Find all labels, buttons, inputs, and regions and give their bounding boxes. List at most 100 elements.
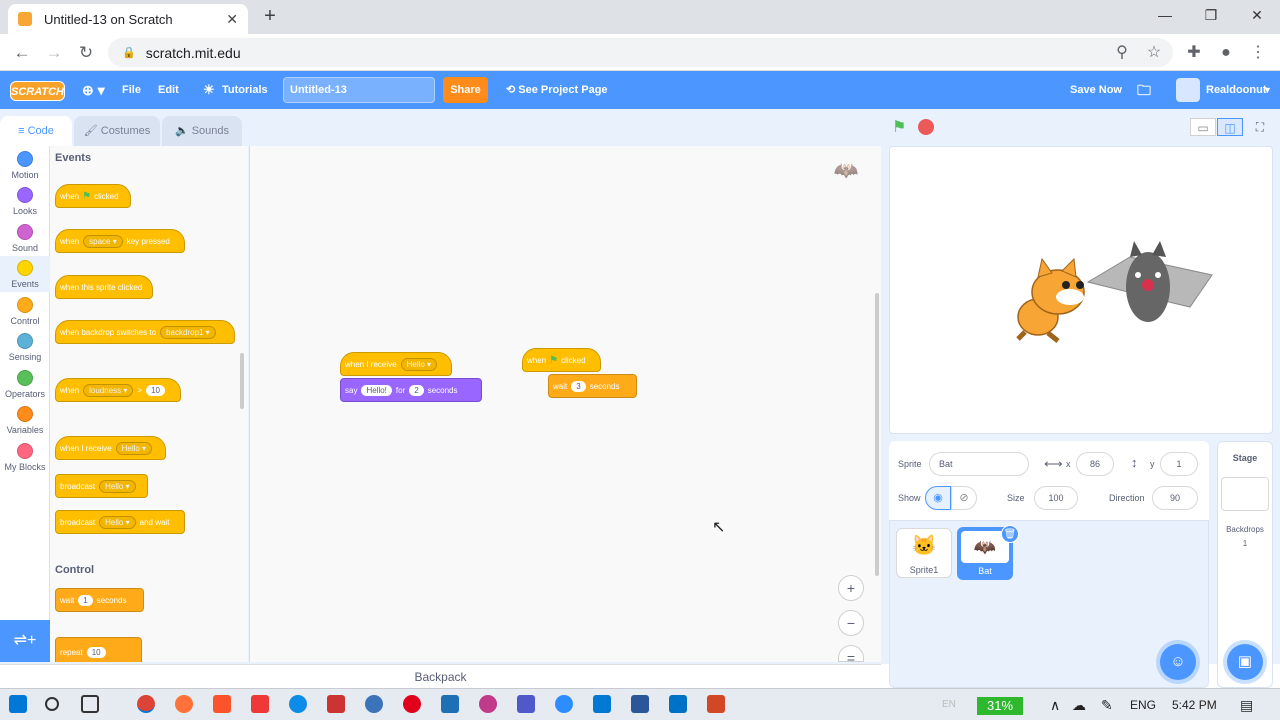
sprite-thumbnail-sprite1[interactable]: 🐱 Sprite1 [896, 528, 952, 578]
app-icon[interactable] [441, 695, 459, 713]
key-dropdown[interactable]: space ▾ [83, 234, 123, 248]
category-control[interactable]: Control [0, 297, 50, 326]
app-icon[interactable] [479, 695, 497, 713]
category-events[interactable]: Events [0, 256, 50, 292]
stage-canvas[interactable] [889, 146, 1273, 434]
y-input[interactable]: 1 [1160, 452, 1198, 476]
size-input[interactable]: 100 [1034, 486, 1078, 510]
when-key-pressed-block[interactable]: when space ▾ key pressed [55, 229, 185, 253]
broadcast-block[interactable]: broadcast Hello ▾ [55, 474, 148, 498]
project-title-input[interactable]: Untitled-13 [283, 77, 435, 103]
when-sprite-clicked-block[interactable]: when this sprite clicked [55, 275, 153, 299]
back-icon[interactable]: ← [10, 41, 34, 65]
file-menu[interactable]: File [122, 71, 141, 109]
minimize-icon[interactable]: — [1151, 4, 1179, 26]
message-dropdown[interactable]: Hello ▾ [115, 441, 153, 455]
notifications-icon[interactable]: ▤ [1240, 689, 1253, 721]
say-seconds-input[interactable]: 2 [409, 384, 424, 396]
script-when-i-receive-block[interactable]: when I receive Hello ▾ [340, 352, 452, 376]
share-button[interactable]: Share [443, 77, 488, 103]
word-icon[interactable] [631, 695, 649, 713]
stop-sign-icon[interactable] [918, 119, 934, 135]
direction-input[interactable]: 90 [1152, 486, 1198, 510]
tutorials-button[interactable]: Tutorials [222, 71, 268, 109]
firefox-icon[interactable] [175, 695, 193, 713]
script-wait-block[interactable]: wait 3 seconds [548, 374, 637, 398]
small-stage-icon[interactable]: ▭ [1190, 118, 1216, 136]
opera-icon[interactable] [403, 695, 421, 713]
new-tab-icon[interactable]: + [258, 5, 282, 29]
category-sensing[interactable]: Sensing [0, 333, 50, 362]
reload-icon[interactable]: ↻ [74, 41, 98, 65]
cloud-icon[interactable]: ☁ [1072, 689, 1086, 721]
category-sound[interactable]: Sound [0, 224, 50, 253]
repeat-count-input[interactable]: 10 [86, 646, 106, 658]
backdrop-dropdown[interactable]: backdrop1 ▾ [160, 325, 216, 339]
backdrop-thumbnail[interactable] [1221, 477, 1269, 511]
wait-seconds-input[interactable]: 3 [571, 380, 586, 392]
x-input[interactable]: 86 [1076, 452, 1114, 476]
restore-icon[interactable]: ❐ [1197, 4, 1225, 26]
delete-sprite-icon[interactable]: 🗑 [1001, 525, 1019, 543]
browser-globe-icon[interactable] [365, 695, 383, 713]
windows-start-icon[interactable] [9, 695, 27, 713]
category-variables[interactable]: Variables [0, 406, 50, 435]
profile-icon[interactable]: ● [1214, 41, 1238, 65]
see-project-page-button[interactable]: ⟲ See Project Page [496, 77, 616, 103]
tab-code[interactable]: ≡ Code [0, 116, 72, 146]
battery-indicator[interactable]: 31% [977, 697, 1023, 715]
scratch-logo[interactable]: SCRATCH [10, 81, 65, 101]
threshold-input[interactable]: 10 [146, 384, 165, 396]
when-greater-than-block[interactable]: when loudness ▾ >10 [55, 378, 181, 402]
chrome-icon[interactable] [137, 695, 155, 713]
tab-costumes[interactable]: 🖌 Costumes [74, 116, 160, 146]
category-operators[interactable]: Operators [0, 370, 50, 399]
vivaldi-icon[interactable] [251, 695, 269, 713]
avatar[interactable] [1176, 78, 1200, 102]
show-visible-eye-icon[interactable]: ◉ [925, 486, 951, 510]
wait-seconds-input[interactable]: 1 [78, 594, 93, 606]
choose-sprite-button[interactable]: ☺ [1160, 644, 1196, 680]
repeat-block[interactable]: repeat 10 [55, 637, 142, 662]
powerpoint-icon[interactable] [707, 695, 725, 713]
when-flag-clicked-block[interactable]: when ⚑ clicked [55, 184, 131, 208]
fullscreen-icon[interactable]: ⛶ [1247, 118, 1273, 136]
my-stuff-folder-icon[interactable]: 🗀 [1137, 71, 1151, 109]
wait-block[interactable]: wait 1 seconds [55, 588, 144, 612]
backpack[interactable]: Backpack [0, 664, 881, 688]
category-looks[interactable]: Looks [0, 187, 50, 216]
message-dropdown[interactable]: Hello ▾ [99, 479, 136, 493]
bookmark-star-icon[interactable]: ☆ [1142, 41, 1166, 65]
code-area-scrollbar[interactable] [875, 293, 879, 576]
language-indicator[interactable]: ENG [1130, 689, 1156, 721]
app-icon[interactable] [327, 695, 345, 713]
close-tab-icon[interactable]: ✕ [226, 11, 238, 28]
script-when-flag-clicked-block[interactable]: when ⚑ clicked [522, 348, 601, 372]
palette-scrollbar[interactable] [240, 353, 244, 409]
code-area[interactable] [249, 146, 881, 662]
browser-tab[interactable]: Untitled-13 on Scratch ✕ [8, 4, 248, 34]
zoom-in-icon[interactable]: + [838, 575, 864, 601]
account-chevron-down-icon[interactable]: ▼ [1263, 71, 1272, 109]
save-now-button[interactable]: Save Now [1070, 71, 1122, 109]
tab-sounds[interactable]: 🔈 Sounds [162, 116, 242, 146]
script-say-for-secs-block[interactable]: say Hello! for 2 seconds [340, 378, 482, 402]
message-dropdown[interactable]: Hello ▾ [99, 515, 136, 529]
edit-menu[interactable]: Edit [158, 71, 179, 109]
when-backdrop-switches-block[interactable]: when backdrop switches to backdrop1 ▾ [55, 320, 235, 344]
brave-icon[interactable] [213, 695, 231, 713]
extensions-icon[interactable]: ✚ [1182, 41, 1206, 65]
url-field[interactable]: 🔒 scratch.mit.edu [108, 38, 1173, 67]
task-view-icon[interactable] [81, 695, 99, 713]
choose-backdrop-button[interactable]: ▣ [1227, 644, 1263, 680]
zoom-out-icon[interactable]: − [838, 610, 864, 636]
say-text-input[interactable]: Hello! [361, 384, 392, 396]
message-dropdown[interactable]: Hello ▾ [400, 357, 438, 371]
outlook-icon[interactable] [669, 695, 687, 713]
edge-icon[interactable] [289, 695, 307, 713]
zoom-app-icon[interactable] [555, 695, 573, 713]
pen-icon[interactable]: ✎ [1101, 689, 1113, 721]
show-hidden-eye-icon[interactable]: ⊘ [951, 486, 977, 510]
category-motion[interactable]: Motion [0, 151, 50, 180]
category-my-blocks[interactable]: My Blocks [0, 443, 50, 472]
